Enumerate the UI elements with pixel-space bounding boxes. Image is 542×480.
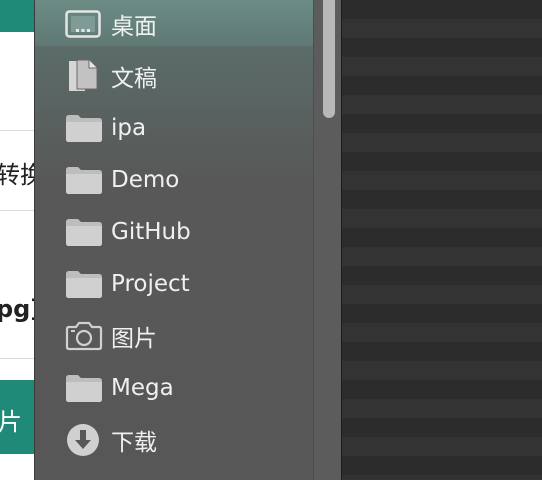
scrollbar-thumb[interactable] xyxy=(323,0,335,118)
background-text-pic: 片 xyxy=(0,408,22,436)
background-app: 转换 pg] 片 xyxy=(0,0,34,480)
sidebar-item-label: 图片 xyxy=(111,326,157,352)
divider xyxy=(0,358,34,359)
background-text-png: pg] xyxy=(0,295,34,323)
background-text-convert: 转换 xyxy=(0,161,34,189)
sidebar-item-ipa[interactable]: ipa xyxy=(65,108,146,148)
sidebar-item-label: Mega xyxy=(111,375,174,401)
sidebar-item-documents[interactable]: 文稿 xyxy=(65,56,157,96)
sidebar-item-label: GitHub xyxy=(111,219,191,245)
sidebar-item-project[interactable]: Project xyxy=(65,264,190,304)
sidebar-item-label: 文稿 xyxy=(111,66,157,92)
file-list-area[interactable] xyxy=(341,0,542,480)
sidebar-item-demo[interactable]: Demo xyxy=(65,160,179,200)
camera-icon xyxy=(65,319,105,353)
desktop-icon xyxy=(65,7,105,41)
sidebar-item-github[interactable]: GitHub xyxy=(65,212,191,252)
sidebar-item-label: Project xyxy=(111,271,190,297)
sidebar-item-label: 下载 xyxy=(111,430,157,456)
sidebar-item-desktop[interactable]: 桌面 xyxy=(65,4,157,44)
document-icon xyxy=(65,59,105,93)
sidebar-scrollbar[interactable] xyxy=(313,0,342,480)
divider xyxy=(0,210,34,211)
divider xyxy=(0,130,34,131)
sidebar-item-pictures[interactable]: 图片 xyxy=(65,316,157,356)
background-header-bar xyxy=(0,0,34,32)
background-teal-button[interactable]: 片 xyxy=(0,380,34,454)
sidebar-item-label: Demo xyxy=(111,167,180,193)
sidebar-item-label: 桌面 xyxy=(111,14,157,40)
folder-icon xyxy=(65,163,105,197)
finder-sidebar: 桌面 文稿 ipa Demo GitHub Project 图片 Mega 下载 xyxy=(34,0,342,480)
sidebar-item-downloads[interactable]: 下载 xyxy=(65,420,157,460)
sidebar-item-label: ipa xyxy=(111,115,147,141)
download-icon xyxy=(65,423,105,457)
sidebar-item-mega[interactable]: Mega xyxy=(65,368,174,408)
folder-icon xyxy=(65,111,105,145)
folder-icon xyxy=(65,215,105,249)
folder-icon xyxy=(65,371,105,405)
folder-icon xyxy=(65,267,105,301)
